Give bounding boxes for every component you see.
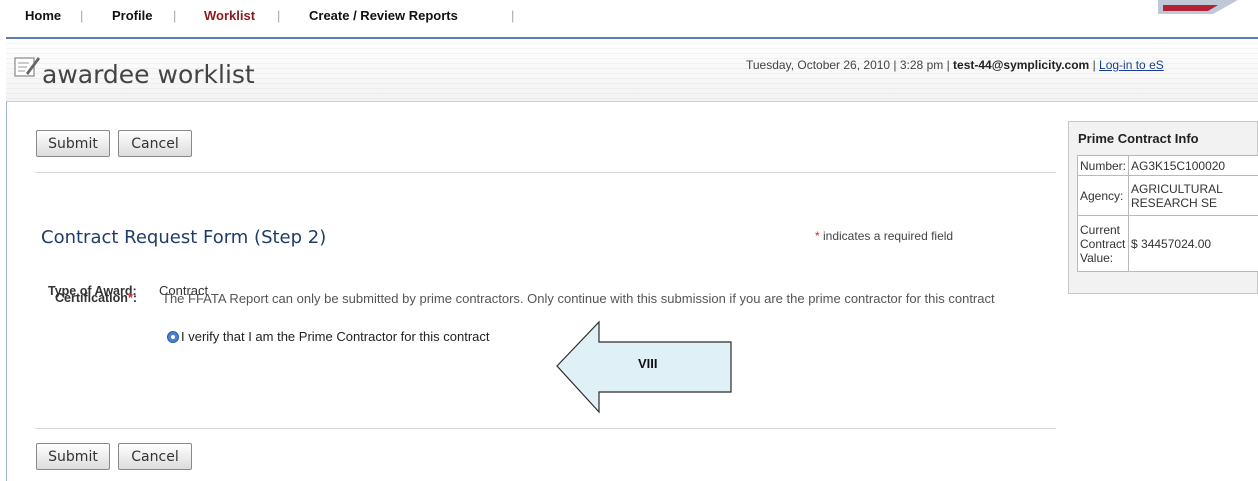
certification-label-text: Certification	[55, 291, 128, 305]
nav-profile[interactable]: Profile	[112, 8, 152, 23]
contract-number-value: AG3K15C100020	[1128, 155, 1258, 176]
prime-contractor-radio[interactable]	[167, 331, 179, 343]
certification-label: Certification*:	[55, 291, 137, 305]
page-header: awardee worklist Tuesday, October 26, 20…	[6, 39, 1258, 102]
required-note: * indicates a required field	[815, 229, 953, 243]
cancel-button-top[interactable]: Cancel	[118, 130, 192, 157]
agency-key: Agency:	[1076, 175, 1130, 216]
nav-home[interactable]: Home	[25, 8, 61, 23]
required-note-text: indicates a required field	[819, 229, 954, 243]
header-separator: |	[1089, 58, 1100, 72]
certification-colon: :	[132, 291, 137, 305]
nav-create-review-reports[interactable]: Create / Review Reports	[309, 8, 458, 23]
flag-logo-icon	[1158, 0, 1238, 14]
login-link[interactable]: Log-in to eS	[1099, 58, 1164, 72]
submit-button-bottom[interactable]: Submit	[36, 443, 110, 470]
submit-button-top[interactable]: Submit	[36, 130, 110, 157]
nav-separator: |	[80, 8, 84, 23]
prime-contract-info-panel: Prime Contract Info Number: AG3K15C10002…	[1068, 121, 1258, 294]
agency-value: AGRICULTURAL RESEARCH SE	[1128, 175, 1258, 216]
table-row: Agency: AGRICULTURAL RESEARCH SE	[1076, 175, 1258, 216]
nav-separator: |	[511, 8, 515, 23]
certification-text: The FFATA Report can only be submitted b…	[162, 291, 995, 306]
table-row: Number: AG3K15C100020	[1076, 155, 1258, 176]
contract-value-value: $ 34457024.00	[1128, 215, 1258, 272]
panel-title: Prime Contract Info	[1078, 131, 1199, 146]
prime-contractor-radio-label[interactable]: I verify that I am the Prime Contractor …	[181, 329, 490, 344]
nav-separator: |	[173, 8, 177, 23]
page-title: awardee worklist	[42, 60, 255, 89]
annotation-label: VIII	[638, 356, 658, 371]
nav-separator: |	[277, 8, 281, 23]
contract-number-key: Number:	[1076, 155, 1130, 176]
nav-worklist[interactable]: Worklist	[204, 8, 255, 23]
header-user: test-44@symplicity.com	[953, 58, 1090, 72]
notepad-pencil-icon	[14, 57, 40, 77]
divider-top	[35, 172, 1056, 173]
prime-contract-table: Number: AG3K15C100020 Agency: AGRICULTUR…	[1076, 155, 1258, 272]
divider-bottom	[35, 428, 1056, 429]
header-datetime: Tuesday, October 26, 2010 | 3:28 pm |	[746, 58, 954, 72]
header-meta: Tuesday, October 26, 2010 | 3:28 pm | te…	[746, 58, 1164, 72]
form-title: Contract Request Form (Step 2)	[41, 227, 327, 248]
cancel-button-bottom[interactable]: Cancel	[118, 443, 192, 470]
top-nav: Home | Profile | Worklist | Create / Rev…	[6, 0, 1258, 39]
contract-value-key: Current Contract Value:	[1076, 215, 1130, 272]
table-row: Current Contract Value: $ 34457024.00	[1076, 215, 1258, 272]
